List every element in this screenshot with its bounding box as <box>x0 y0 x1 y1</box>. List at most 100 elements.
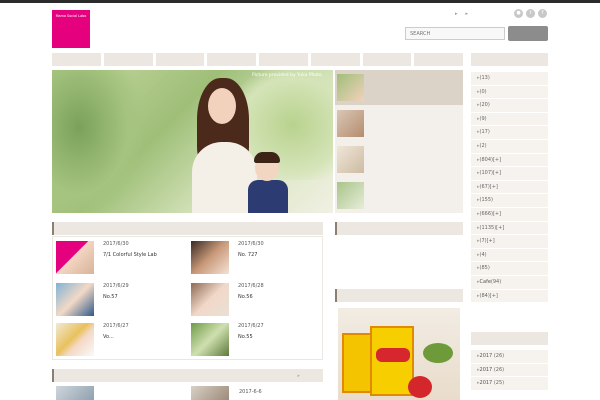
post-title[interactable]: Vo... <box>103 333 198 341</box>
archive-item[interactable]: 2017 (25) <box>471 377 548 391</box>
post-title[interactable]: 7/1 Colorful Style Lab <box>103 251 198 259</box>
category-item[interactable]: (85) <box>471 262 548 276</box>
header-link-2[interactable] <box>466 11 469 17</box>
post-thumbnail <box>191 283 229 316</box>
category-count: (84)[+] <box>479 292 498 299</box>
tomato-shape <box>408 376 432 398</box>
category-count: (9) <box>479 115 487 122</box>
post-title[interactable]: No. 727 <box>238 251 333 259</box>
hero-mother-face <box>208 88 236 124</box>
category-item[interactable]: (666)[+] <box>471 208 548 222</box>
category-count: (666)[+] <box>479 210 502 217</box>
nav-item-6[interactable] <box>310 53 360 66</box>
nav-item-8[interactable] <box>414 53 463 66</box>
post-title[interactable]: No.56 <box>238 293 333 301</box>
post-title[interactable]: No.55 <box>238 333 333 341</box>
slider-thumbnail-list <box>335 70 463 213</box>
post-item[interactable]: 2017/6/27 Vo... <box>56 323 190 363</box>
post-thumbnail <box>56 283 94 316</box>
post-date: 2017/6/30 <box>103 241 129 247</box>
category-item[interactable]: (155) <box>471 194 548 208</box>
nav-item-4[interactable] <box>207 53 256 66</box>
vegetable-shape <box>423 343 453 363</box>
search-input[interactable] <box>405 27 505 40</box>
category-item[interactable]: (2) <box>471 140 548 154</box>
category-count: (107)[+] <box>479 170 502 177</box>
archive-label: 2017 <box>479 366 493 373</box>
slider-thumb-3[interactable] <box>335 142 463 177</box>
hero-child-hair <box>254 152 280 163</box>
header-link-1[interactable] <box>455 11 458 17</box>
nav-item-3[interactable] <box>155 53 205 66</box>
category-item[interactable]: (7)[+] <box>471 235 548 249</box>
hero-slide-image[interactable]: Picture provided by Yuka Photo. <box>52 70 333 213</box>
archive-item[interactable]: 2017 (26) <box>471 350 548 364</box>
search-button[interactable] <box>508 26 548 41</box>
categories-heading <box>471 53 548 66</box>
post-title[interactable]: No.57 <box>103 293 198 301</box>
featured-photo[interactable] <box>338 308 460 400</box>
nav-item-7[interactable] <box>362 53 412 66</box>
post-thumbnail[interactable] <box>191 386 229 400</box>
archive-item[interactable]: 2017 (26) <box>471 364 548 378</box>
category-item[interactable]: (13) <box>471 72 548 86</box>
category-item[interactable]: (804)[+] <box>471 154 548 168</box>
site-logo[interactable]: Mama Social Labo <box>52 10 90 48</box>
category-count: (67)[+] <box>479 183 498 190</box>
facebook-icon[interactable]: f <box>538 9 547 18</box>
category-item[interactable]: (84)[+] <box>471 290 548 304</box>
archives-list: 2017 (26) 2017 (26) 2017 (25) <box>471 350 548 391</box>
main-nav <box>52 53 463 66</box>
category-item[interactable]: (67)[+] <box>471 181 548 195</box>
archive-label: 2017 <box>479 353 493 359</box>
category-item[interactable]: (4) <box>471 249 548 263</box>
nav-item-5[interactable] <box>259 53 308 66</box>
second-section-heading <box>52 369 323 382</box>
category-count: (94) <box>490 278 502 285</box>
rss-icon[interactable]: ● <box>514 9 523 18</box>
category-item[interactable]: (0) <box>471 86 548 100</box>
logo-subtitle: Mama Social Labo <box>55 14 87 18</box>
category-item[interactable]: (17) <box>471 126 548 140</box>
post-date: 2017/6/28 <box>238 283 264 289</box>
nav-item-home[interactable] <box>52 53 101 66</box>
post-item[interactable]: 2017/6/30 No. 727 <box>191 241 325 281</box>
category-count: (13) <box>479 75 490 81</box>
category-item[interactable]: (20) <box>471 99 548 113</box>
new-posts-heading <box>52 222 323 235</box>
category-count: (17) <box>479 129 490 136</box>
category-count: (1135)[+] <box>479 224 505 231</box>
post-item[interactable]: 2017/6/27 No.55 <box>191 323 325 363</box>
slider-thumb-image <box>337 182 364 209</box>
category-count: (155) <box>479 197 493 204</box>
post-item[interactable]: 2017/6/30 7/1 Colorful Style Lab <box>56 241 190 281</box>
category-item[interactable]: Cafe(94) <box>471 276 548 290</box>
twitter-icon[interactable]: t <box>526 9 535 18</box>
header-links <box>455 11 468 17</box>
slider-thumb-1[interactable] <box>335 70 463 105</box>
category-count: (2) <box>479 142 487 149</box>
nav-item-2[interactable] <box>103 53 153 66</box>
archive-count: (26) <box>493 353 505 359</box>
archive-count: (25) <box>493 380 505 387</box>
post-thumbnail <box>191 241 229 274</box>
slider-thumb-image <box>337 74 364 101</box>
second-section-more-link[interactable] <box>297 374 300 379</box>
post-item[interactable]: 2017/6/29 No.57 <box>56 283 190 323</box>
category-item[interactable]: (107)[+] <box>471 167 548 181</box>
category-item[interactable]: (9) <box>471 113 548 127</box>
about-heading <box>335 222 463 235</box>
post-date: 2017/6/27 <box>238 323 264 329</box>
post-item[interactable]: 2017/6/28 No.56 <box>191 283 325 323</box>
category-count: (804)[+] <box>479 156 502 163</box>
category-count: (4) <box>479 251 487 258</box>
category-label: Cafe <box>479 278 491 285</box>
post-thumbnail <box>56 241 94 274</box>
category-item[interactable]: (1135)[+] <box>471 222 548 236</box>
slider-thumb-4[interactable] <box>335 178 463 213</box>
post-thumbnail[interactable] <box>56 386 94 400</box>
post-thumbnail <box>191 323 229 356</box>
archive-count: (26) <box>493 366 505 373</box>
categories-list: (13) (0) (20) (9) (17) (2) (804)[+] (107… <box>471 72 548 304</box>
slider-thumb-2[interactable] <box>335 106 463 141</box>
